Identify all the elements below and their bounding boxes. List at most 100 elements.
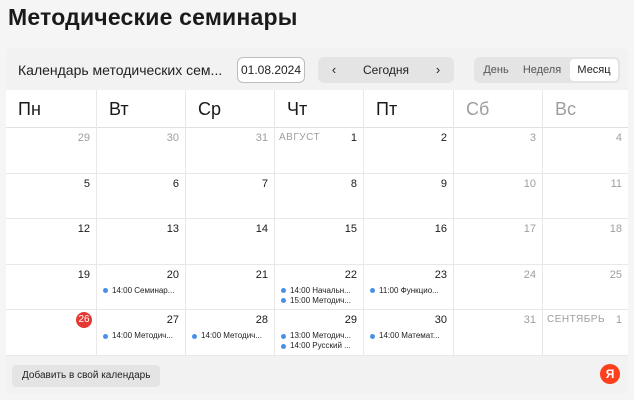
day-number: 23 [434, 268, 447, 281]
month-grid: Пн Вт Ср Чт Пт Сб Вс 29 30 31 АВГУСТ 1 2 3 4 5 6 7 8 9 10 11… [6, 90, 628, 356]
day-cell[interactable]: 26 [6, 310, 96, 356]
day-cell[interactable]: 31 [185, 128, 274, 174]
event-item[interactable]: 14:00 Русский ... [281, 341, 360, 350]
day-number: 13 [166, 223, 179, 236]
day-cell[interactable]: 17 [453, 219, 542, 265]
month-label: СЕНТЯБРЬ [547, 314, 606, 326]
day-cell[interactable]: 9 [363, 173, 453, 220]
calendar-name: Календарь методических сем... [18, 62, 223, 78]
day-number: 6 [172, 177, 179, 190]
event-item[interactable]: 15:00 Методич... [281, 296, 360, 305]
view-day-button[interactable]: День [476, 59, 516, 81]
day-cell[interactable]: 18 [542, 219, 628, 265]
day-number: 16 [434, 223, 447, 236]
day-number: 9 [440, 177, 447, 190]
event-dot-icon [370, 333, 375, 339]
day-number: 14 [255, 223, 268, 236]
event-title: 14:00 Методич... [201, 331, 262, 341]
yandex-logo-icon[interactable]: Я [600, 364, 620, 384]
view-switcher: День Неделя Месяц [474, 57, 620, 83]
day-cell[interactable]: 30 14:00 Математ... [363, 310, 453, 356]
event-item[interactable]: 14:00 Методич... [103, 331, 182, 340]
day-number: 15 [344, 223, 357, 236]
day-number: 18 [609, 223, 622, 236]
day-cell[interactable]: 2 [363, 128, 453, 174]
day-number: 31 [255, 132, 268, 144]
event-item[interactable]: 14:00 Методич... [192, 331, 271, 340]
day-cell[interactable]: 16 [363, 219, 453, 265]
day-cell[interactable]: 25 [542, 264, 628, 311]
day-cell[interactable]: 6 [96, 173, 185, 220]
date-picker-field[interactable]: 01.08.2024 [237, 57, 305, 83]
day-cell[interactable]: 8 [274, 173, 363, 220]
day-cell[interactable]: 30 [96, 128, 185, 174]
day-number: 1 [350, 132, 357, 144]
day-cell[interactable]: 11 [542, 173, 628, 220]
add-to-calendar-button[interactable]: Добавить в свой календарь [12, 365, 161, 387]
prev-month-button[interactable]: ‹ [320, 57, 348, 83]
month-label: АВГУСТ [279, 132, 321, 143]
event-item[interactable]: 14:00 Семинар... [103, 286, 182, 295]
day-number: 11 [610, 177, 622, 190]
day-cell[interactable]: 3 [453, 128, 542, 174]
event-dot-icon [281, 333, 286, 339]
day-number: 7 [261, 177, 268, 190]
day-cell[interactable]: 14 [185, 219, 274, 265]
day-cell[interactable]: 27 14:00 Методич... [96, 310, 185, 356]
day-number: 30 [166, 132, 179, 144]
event-dot-icon [370, 288, 375, 294]
day-cell[interactable]: 19 [6, 265, 96, 311]
day-cell[interactable]: 13 [96, 219, 185, 265]
weekday-header: Пн Вт Ср Чт Пт Сб Вс [6, 90, 628, 128]
day-number: 3 [529, 132, 536, 144]
event-dot-icon [281, 343, 286, 349]
weekday-header-cell: Пн [18, 99, 41, 119]
day-cell[interactable]: 22 14:00 Начальн... 15:00 Методич... [274, 264, 363, 311]
view-month-button[interactable]: Месяц [570, 59, 618, 81]
day-cell[interactable]: 4 [542, 128, 628, 174]
day-cell[interactable]: 24 [453, 264, 542, 311]
day-cell[interactable]: 29 [6, 128, 96, 174]
day-cell[interactable]: АВГУСТ 1 [274, 128, 363, 174]
day-cell[interactable]: СЕНТЯБРЬ 1 [542, 310, 628, 356]
day-number: 17 [523, 223, 536, 236]
chevron-right-icon: › [435, 62, 441, 77]
event-item[interactable]: 14:00 Математ... [370, 331, 450, 340]
weekday-header-cell: Пт [363, 90, 453, 128]
calendar-toolbar: Календарь методических сем... 01.08.2024… [6, 48, 628, 90]
day-cell[interactable]: 21 [185, 264, 274, 311]
event-item[interactable]: 14:00 Начальн... [281, 286, 360, 295]
weekday-header-cell: Сб [453, 90, 542, 128]
day-number: 30 [434, 314, 447, 327]
day-cell[interactable]: 23 11:00 Функцио... [363, 264, 453, 311]
day-cell[interactable]: 5 [6, 174, 96, 220]
event-item[interactable]: 13:00 Методич... [281, 331, 360, 340]
event-title: 15:00 Методич... [290, 295, 351, 305]
next-month-button[interactable]: › [424, 57, 452, 83]
day-number: 28 [255, 314, 268, 327]
day-cell[interactable]: 20 14:00 Семинар... [96, 264, 185, 311]
day-cell[interactable]: 15 [274, 219, 363, 265]
event-title: 14:00 Методич... [112, 331, 173, 341]
event-title: 14:00 Семинар... [112, 285, 175, 295]
day-cell[interactable]: 29 13:00 Методич... 14:00 Русский ... [274, 310, 363, 356]
view-week-button[interactable]: Неделя [516, 59, 568, 81]
day-number: 29 [344, 314, 357, 327]
weekday-header-cell: Ср [185, 90, 274, 128]
day-cell[interactable]: 31 [453, 310, 542, 356]
weekday-header-cell: Чт [274, 90, 363, 128]
day-number: 31 [523, 314, 536, 327]
event-dot-icon [281, 288, 286, 294]
day-cell[interactable]: 12 [6, 219, 96, 265]
day-number: 1 [615, 314, 622, 327]
day-cell[interactable]: 28 14:00 Методич... [185, 310, 274, 356]
day-number: 21 [255, 268, 268, 281]
today-button[interactable]: Сегодня [350, 57, 422, 83]
event-item[interactable]: 11:00 Функцио... [370, 286, 450, 295]
day-cell[interactable]: 10 [453, 173, 542, 220]
day-number: 20 [166, 268, 179, 281]
today-day-number: 26 [76, 312, 92, 329]
day-cell[interactable]: 7 [185, 173, 274, 220]
page-title: Методические семинары [8, 4, 298, 30]
day-number: 29 [77, 132, 90, 144]
